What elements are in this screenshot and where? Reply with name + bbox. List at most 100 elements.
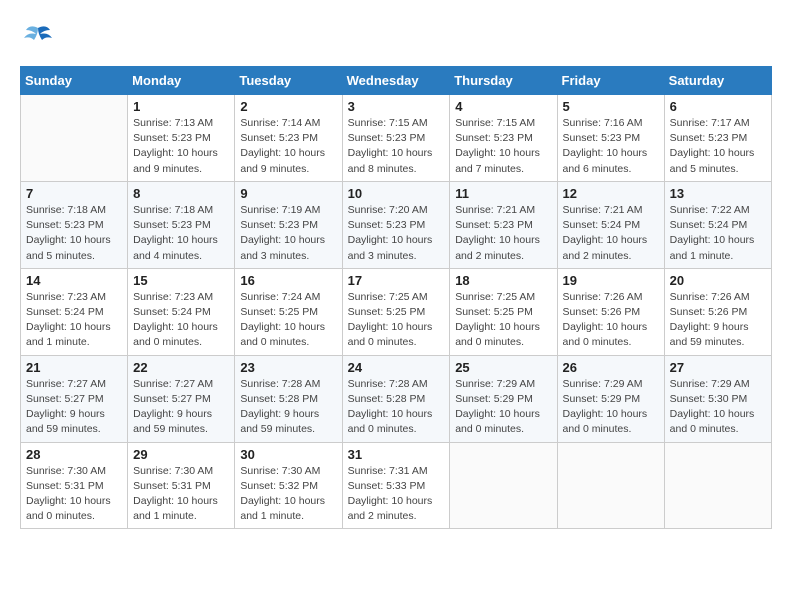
day-number: 10 [348,186,445,201]
day-cell: 6 Sunrise: 7:17 AM Sunset: 5:23 PM Daylig… [664,95,771,182]
day-info: Sunrise: 7:29 AM Sunset: 5:29 PM Dayligh… [455,377,551,438]
day-number: 21 [26,360,122,375]
header-tuesday: Tuesday [235,67,342,95]
day-cell: 16 Sunrise: 7:24 AM Sunset: 5:25 PM Dayli… [235,268,342,355]
day-info: Sunrise: 7:29 AM Sunset: 5:29 PM Dayligh… [563,377,659,438]
day-number: 25 [455,360,551,375]
day-info: Sunrise: 7:30 AM Sunset: 5:31 PM Dayligh… [133,464,229,525]
day-cell [21,95,128,182]
day-cell: 19Sunrise: 7:26 AM Sunset: 5:26 PM Dayli… [557,268,664,355]
day-cell: 3 Sunrise: 7:15 AM Sunset: 5:23 PM Daylig… [342,95,450,182]
header-sunday: Sunday [21,67,128,95]
day-info: Sunrise: 7:18 AM Sunset: 5:23 PM Dayligh… [133,203,229,264]
calendar-table: SundayMondayTuesdayWednesdayThursdayFrid… [20,66,772,529]
day-cell: 27 Sunrise: 7:29 AM Sunset: 5:30 PM Dayli… [664,355,771,442]
day-info: Sunrise: 7:26 AM Sunset: 5:26 PM Dayligh… [563,290,659,351]
day-cell: 2 Sunrise: 7:14 AM Sunset: 5:23 PM Daylig… [235,95,342,182]
day-info: Sunrise: 7:22 AM Sunset: 5:24 PM Dayligh… [670,203,766,264]
day-info: Sunrise: 7:24 AM Sunset: 5:25 PM Dayligh… [240,290,336,351]
day-number: 11 [455,186,551,201]
day-cell [450,442,557,529]
day-cell: 23Sunrise: 7:28 AM Sunset: 5:28 PM Dayli… [235,355,342,442]
logo [20,20,60,56]
day-info: Sunrise: 7:30 AM Sunset: 5:31 PM Dayligh… [26,464,122,525]
day-info: Sunrise: 7:14 AM Sunset: 5:23 PM Dayligh… [240,116,336,177]
day-info: Sunrise: 7:21 AM Sunset: 5:23 PM Dayligh… [455,203,551,264]
day-number: 2 [240,99,336,114]
day-number: 17 [348,273,445,288]
day-number: 31 [348,447,445,462]
week-row-1: 1 Sunrise: 7:13 AM Sunset: 5:23 PM Daylig… [21,95,772,182]
day-info: Sunrise: 7:27 AM Sunset: 5:27 PM Dayligh… [26,377,122,438]
day-cell: 11 Sunrise: 7:21 AM Sunset: 5:23 PM Dayli… [450,181,557,268]
day-info: Sunrise: 7:26 AM Sunset: 5:26 PM Dayligh… [670,290,766,351]
day-cell: 20 Sunrise: 7:26 AM Sunset: 5:26 PM Dayli… [664,268,771,355]
day-number: 1 [133,99,229,114]
header-wednesday: Wednesday [342,67,450,95]
day-number: 16 [240,273,336,288]
week-row-3: 14 Sunrise: 7:23 AM Sunset: 5:24 PM Dayli… [21,268,772,355]
week-row-2: 7 Sunrise: 7:18 AM Sunset: 5:23 PM Daylig… [21,181,772,268]
day-number: 3 [348,99,445,114]
day-number: 5 [563,99,659,114]
day-cell: 1 Sunrise: 7:13 AM Sunset: 5:23 PM Daylig… [128,95,235,182]
day-cell: 8 Sunrise: 7:18 AM Sunset: 5:23 PM Daylig… [128,181,235,268]
day-header-row: SundayMondayTuesdayWednesdayThursdayFrid… [21,67,772,95]
day-info: Sunrise: 7:23 AM Sunset: 5:24 PM Dayligh… [26,290,122,351]
day-cell: 7Sunrise: 7:18 AM Sunset: 5:23 PM Daylig… [21,181,128,268]
day-number: 27 [670,360,766,375]
day-cell: 24 Sunrise: 7:28 AM Sunset: 5:28 PM Dayli… [342,355,450,442]
day-number: 13 [670,186,766,201]
day-cell: 15 Sunrise: 7:23 AM Sunset: 5:24 PM Dayli… [128,268,235,355]
day-info: Sunrise: 7:15 AM Sunset: 5:23 PM Dayligh… [455,116,551,177]
day-number: 22 [133,360,229,375]
day-number: 30 [240,447,336,462]
day-info: Sunrise: 7:29 AM Sunset: 5:30 PM Dayligh… [670,377,766,438]
day-cell: 4Sunrise: 7:15 AM Sunset: 5:23 PM Daylig… [450,95,557,182]
header-monday: Monday [128,67,235,95]
day-cell: 9Sunrise: 7:19 AM Sunset: 5:23 PM Daylig… [235,181,342,268]
day-number: 6 [670,99,766,114]
day-number: 28 [26,447,122,462]
day-number: 15 [133,273,229,288]
day-cell: 25 Sunrise: 7:29 AM Sunset: 5:29 PM Dayli… [450,355,557,442]
day-info: Sunrise: 7:21 AM Sunset: 5:24 PM Dayligh… [563,203,659,264]
day-number: 26 [563,360,659,375]
day-info: Sunrise: 7:13 AM Sunset: 5:23 PM Dayligh… [133,116,229,177]
day-number: 7 [26,186,122,201]
day-info: Sunrise: 7:23 AM Sunset: 5:24 PM Dayligh… [133,290,229,351]
day-cell [557,442,664,529]
day-number: 23 [240,360,336,375]
day-info: Sunrise: 7:31 AM Sunset: 5:33 PM Dayligh… [348,464,445,525]
day-number: 24 [348,360,445,375]
day-cell: 13 Sunrise: 7:22 AM Sunset: 5:24 PM Dayli… [664,181,771,268]
day-info: Sunrise: 7:28 AM Sunset: 5:28 PM Dayligh… [348,377,445,438]
week-row-4: 21 Sunrise: 7:27 AM Sunset: 5:27 PM Dayli… [21,355,772,442]
day-cell: 18Sunrise: 7:25 AM Sunset: 5:25 PM Dayli… [450,268,557,355]
day-number: 14 [26,273,122,288]
header-saturday: Saturday [664,67,771,95]
day-info: Sunrise: 7:17 AM Sunset: 5:23 PM Dayligh… [670,116,766,177]
day-info: Sunrise: 7:27 AM Sunset: 5:27 PM Dayligh… [133,377,229,438]
day-number: 8 [133,186,229,201]
day-cell: 31 Sunrise: 7:31 AM Sunset: 5:33 PM Dayli… [342,442,450,529]
day-info: Sunrise: 7:20 AM Sunset: 5:23 PM Dayligh… [348,203,445,264]
day-cell: 29 Sunrise: 7:30 AM Sunset: 5:31 PM Dayli… [128,442,235,529]
page-header [20,20,772,56]
week-row-5: 28 Sunrise: 7:30 AM Sunset: 5:31 PM Dayli… [21,442,772,529]
day-cell: 10 Sunrise: 7:20 AM Sunset: 5:23 PM Dayli… [342,181,450,268]
day-info: Sunrise: 7:16 AM Sunset: 5:23 PM Dayligh… [563,116,659,177]
day-number: 29 [133,447,229,462]
day-cell: 21 Sunrise: 7:27 AM Sunset: 5:27 PM Dayli… [21,355,128,442]
day-cell [664,442,771,529]
day-info: Sunrise: 7:15 AM Sunset: 5:23 PM Dayligh… [348,116,445,177]
day-number: 20 [670,273,766,288]
header-friday: Friday [557,67,664,95]
day-cell: 14 Sunrise: 7:23 AM Sunset: 5:24 PM Dayli… [21,268,128,355]
day-cell: 22 Sunrise: 7:27 AM Sunset: 5:27 PM Dayli… [128,355,235,442]
day-number: 18 [455,273,551,288]
day-cell: 12Sunrise: 7:21 AM Sunset: 5:24 PM Dayli… [557,181,664,268]
day-info: Sunrise: 7:30 AM Sunset: 5:32 PM Dayligh… [240,464,336,525]
day-cell: 30 Sunrise: 7:30 AM Sunset: 5:32 PM Dayli… [235,442,342,529]
header-thursday: Thursday [450,67,557,95]
